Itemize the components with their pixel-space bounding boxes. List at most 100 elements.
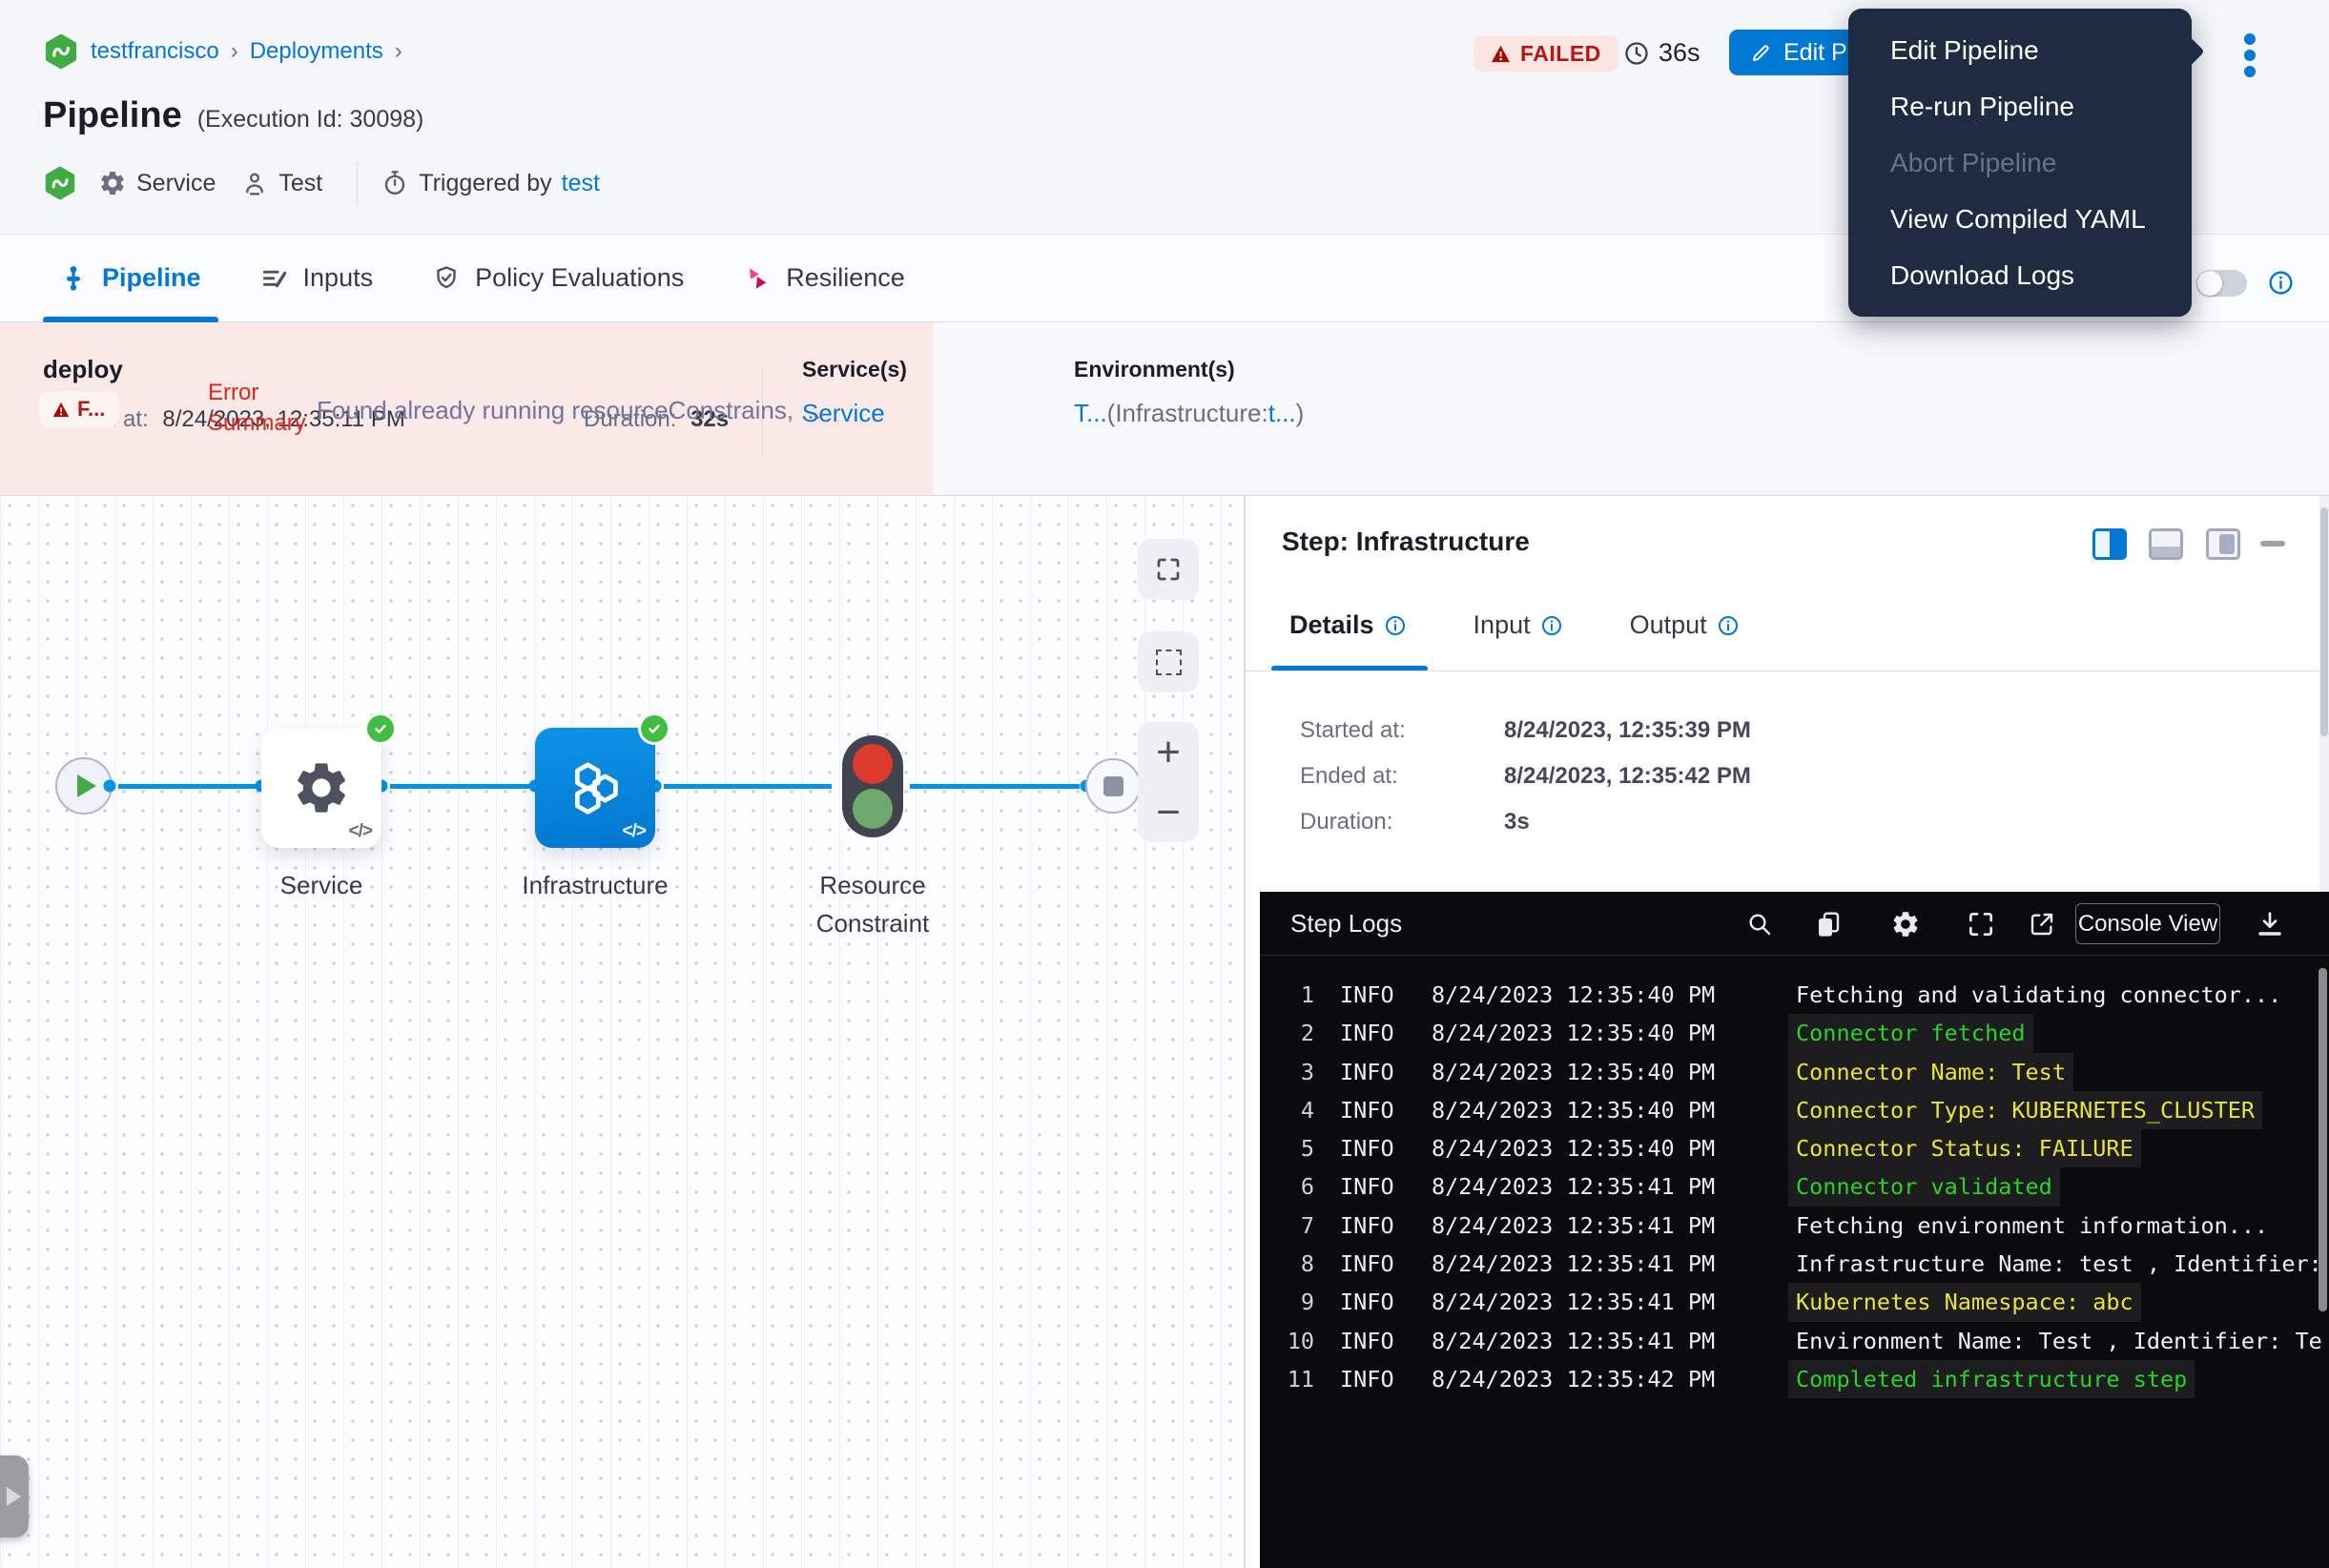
- play-icon: [77, 774, 96, 797]
- code-tag-icon: </>: [623, 821, 646, 842]
- log-line: 3INFO8/24/2023 12:35:40 PMConnector Name…: [1260, 1053, 2329, 1091]
- pipeline-meta-row: Service Test Triggered by test: [43, 160, 600, 206]
- gear-icon: [98, 169, 127, 197]
- warning-triangle-icon: [52, 402, 70, 418]
- tab-pipeline-label: Pipeline: [102, 263, 201, 293]
- detail-started-at: Started at: 8/24/2023, 12:35:39 PM: [1300, 717, 1406, 744]
- error-status-badge-label: F...: [77, 397, 105, 422]
- menu-item-view-compiled-yaml[interactable]: View Compiled YAML: [1848, 191, 2192, 247]
- edge-service-to-infrastructure: [390, 784, 529, 789]
- divider: [357, 161, 358, 205]
- node-resource-constraint[interactable]: [842, 735, 903, 837]
- menu-item-edit-pipeline[interactable]: Edit Pipeline: [1848, 22, 2192, 78]
- canvas-fullscreen-button[interactable]: [1138, 539, 1199, 600]
- port: [104, 780, 116, 793]
- stage-name[interactable]: deploy: [43, 355, 123, 384]
- code-tag-icon: </>: [349, 821, 372, 842]
- tab-policy-evaluations[interactable]: Policy Evaluations: [432, 263, 684, 293]
- tab-input[interactable]: Input: [1474, 610, 1563, 640]
- menu-item-re-run-pipeline[interactable]: Re-run Pipeline: [1848, 78, 2192, 134]
- error-status-badge: F...: [39, 391, 118, 427]
- pipeline-actions-menu: Edit PipelineRe-run PipelineAbort Pipeli…: [1848, 9, 2192, 317]
- minimize-panel-icon[interactable]: [2260, 541, 2285, 547]
- layout-horizontal-split-icon[interactable]: [2149, 528, 2183, 560]
- gear-icon: [291, 757, 352, 818]
- detail-duration: Duration: 3s: [1300, 809, 1392, 836]
- environment-link[interactable]: T...: [1074, 399, 1107, 427]
- log-line: 7INFO8/24/2023 12:35:41 PMFetching envir…: [1260, 1207, 2329, 1245]
- expand-logs-icon[interactable]: [1966, 909, 1996, 939]
- log-settings-gear-icon[interactable]: [1890, 909, 1921, 939]
- services-label: Service(s): [802, 357, 907, 382]
- breadcrumb-chevron-icon: ›: [395, 38, 402, 65]
- tab-pipeline[interactable]: Pipeline: [59, 263, 201, 293]
- log-scrollbar[interactable]: [2319, 968, 2327, 1311]
- collapsed-panel-handle[interactable]: [0, 1455, 29, 1537]
- console-view-button[interactable]: Console View: [2075, 903, 2220, 944]
- log-line: 6INFO8/24/2023 12:35:41 PMConnector vali…: [1260, 1167, 2329, 1206]
- execution-id: (Execution Id: 30098): [197, 106, 424, 134]
- node-infrastructure[interactable]: </>: [535, 728, 655, 848]
- node-service[interactable]: </>: [261, 728, 381, 848]
- more-options-kebab-icon[interactable]: [2244, 33, 2256, 77]
- status-badge-label: FAILED: [1520, 41, 1601, 67]
- breadcrumb-deployments-link[interactable]: Deployments: [250, 38, 383, 65]
- end-node[interactable]: [1085, 758, 1141, 814]
- breadcrumb-chevron-icon: ›: [231, 38, 238, 65]
- log-line: 11INFO8/24/2023 12:35:42 PMCompleted inf…: [1260, 1360, 2329, 1398]
- zoom-in-button[interactable]: +: [1156, 732, 1181, 774]
- tab-output-label: Output: [1630, 610, 1707, 640]
- triggered-by-user-link[interactable]: test: [562, 170, 600, 197]
- shield-check-icon: [432, 264, 461, 293]
- success-check-icon: [638, 712, 670, 745]
- panel-scrollbar[interactable]: [2319, 496, 2329, 892]
- status-badge: FAILED: [1474, 35, 1618, 72]
- pipeline-execution-page: testfrancisco › Deployments › Pipeline (…: [0, 0, 2329, 1568]
- log-line: 5INFO8/24/2023 12:35:40 PMConnector Stat…: [1260, 1129, 2329, 1167]
- resilience-icon: [743, 264, 772, 293]
- tab-inputs[interactable]: Inputs: [260, 263, 374, 293]
- search-icon[interactable]: [1744, 909, 1775, 939]
- view-toggle[interactable]: [2196, 270, 2247, 297]
- layout-right-panel-icon[interactable]: [2206, 528, 2240, 560]
- error-summary-label: Error Summary: [208, 378, 313, 439]
- detail-ended-at: Ended at: 8/24/2023, 12:35:42 PM: [1300, 763, 1398, 790]
- error-summary-message: Found already running resourceConstrains…: [317, 396, 821, 425]
- stage-summary-bar: deploy Started at: 8/24/2023, 12:35:11 P…: [0, 322, 2329, 496]
- environment-paren: ): [1296, 399, 1305, 427]
- layout-vertical-split-icon[interactable]: [2092, 528, 2127, 560]
- infrastructure-link[interactable]: t...: [1268, 399, 1296, 427]
- service-meta-label: Service: [136, 170, 216, 197]
- info-icon: [1717, 614, 1740, 637]
- tab-inputs-label: Inputs: [303, 263, 374, 293]
- canvas-select-button[interactable]: [1138, 631, 1199, 692]
- info-icon[interactable]: [2267, 269, 2295, 297]
- hexagons-icon: [564, 756, 627, 819]
- download-logs-icon[interactable]: [2255, 909, 2285, 939]
- harness-logo-icon: [43, 165, 77, 201]
- menu-item-download-logs[interactable]: Download Logs: [1848, 247, 2192, 303]
- step-panel-title: Step: Infrastructure: [1282, 526, 1530, 557]
- environments-value[interactable]: T...(Infrastructure:t...): [1074, 399, 1304, 428]
- environments-label: Environment(s): [1074, 357, 1235, 382]
- zoom-out-button[interactable]: −: [1156, 792, 1181, 834]
- menu-item-abort-pipeline: Abort Pipeline: [1848, 134, 2192, 191]
- copy-icon[interactable]: [1813, 909, 1844, 939]
- step-details-panel: Step: Infrastructure Details Input Outpu…: [1245, 496, 2329, 1568]
- triggered-by-label: Triggered by: [419, 170, 551, 197]
- info-icon: [1540, 614, 1563, 637]
- environment-infra-label: (Infrastructure:: [1107, 399, 1268, 427]
- open-external-icon[interactable]: [2027, 909, 2057, 939]
- breadcrumb-project-link[interactable]: testfrancisco: [91, 38, 219, 65]
- success-check-icon: [364, 712, 397, 745]
- fullscreen-icon: [1154, 555, 1183, 584]
- edge-constraint-to-end: [910, 784, 1080, 789]
- pipeline-graph-canvas[interactable]: </> Service </> Infrastructure Resource …: [0, 496, 1245, 1568]
- tab-output[interactable]: Output: [1630, 610, 1740, 640]
- info-icon: [1384, 614, 1407, 637]
- tab-resilience[interactable]: Resilience: [743, 263, 905, 293]
- log-lines[interactable]: 1INFO8/24/2023 12:35:40 PMFetching and v…: [1260, 976, 2329, 1398]
- tab-details[interactable]: Details: [1289, 610, 1407, 640]
- traffic-green-light: [853, 789, 893, 829]
- test-meta-label: Test: [278, 170, 322, 197]
